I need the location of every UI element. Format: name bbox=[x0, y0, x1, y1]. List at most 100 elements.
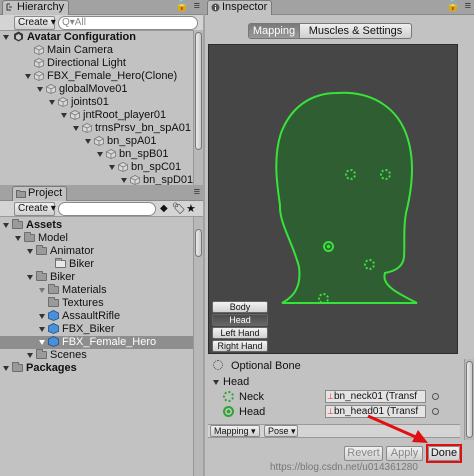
mapping-dropdown[interactable]: Mapping ▾ bbox=[210, 425, 260, 437]
neck-bone[interactable] bbox=[318, 293, 329, 304]
tree-item-label: Animator bbox=[50, 245, 95, 257]
expand-triangle-icon[interactable] bbox=[39, 314, 45, 319]
expand-triangle-icon[interactable] bbox=[49, 100, 55, 105]
expand-triangle-icon[interactable] bbox=[3, 366, 9, 371]
tree-item-label: joints01 bbox=[71, 96, 109, 108]
avatar-mapping-viewport[interactable]: Body Head Left Hand Right Hand bbox=[208, 44, 458, 354]
tree-item[interactable]: Animator bbox=[0, 245, 193, 258]
right-eye-bone[interactable] bbox=[380, 169, 391, 180]
tree-item[interactable]: jntRoot_player01 bbox=[0, 109, 193, 122]
tree-item[interactable]: Materials bbox=[0, 284, 193, 297]
tree-item[interactable]: AssaultRifle bbox=[0, 310, 193, 323]
tree-item-label: Materials bbox=[62, 284, 107, 296]
tree-item[interactable]: Textures bbox=[0, 297, 193, 310]
head-group-foldout[interactable]: Head bbox=[211, 376, 249, 389]
tree-item[interactable]: Biker bbox=[0, 271, 193, 284]
optional-bone-label: Optional Bone bbox=[231, 360, 301, 372]
lock-icon[interactable]: 🔒 bbox=[446, 1, 460, 12]
expand-triangle-icon[interactable] bbox=[37, 87, 43, 92]
tab-project[interactable]: Project bbox=[12, 186, 68, 201]
neck-transform-field[interactable]: ⊥bn_neck01 (Transf bbox=[325, 390, 426, 403]
tree-item[interactable]: bn_spC01 bbox=[0, 161, 193, 174]
tree-item-label: trnsPrsv_bn_spA01 bbox=[95, 122, 191, 134]
pose-dropdown[interactable]: Pose ▾ bbox=[264, 425, 298, 437]
expand-triangle-icon[interactable] bbox=[109, 165, 115, 170]
scrollbar-thumb[interactable] bbox=[195, 32, 202, 150]
scene-root[interactable]: Avatar Configuration bbox=[0, 31, 193, 44]
tree-item[interactable]: Main Camera bbox=[0, 44, 193, 57]
expand-triangle-icon[interactable] bbox=[61, 113, 67, 118]
expand-triangle-icon[interactable] bbox=[213, 380, 219, 385]
tab-hierarchy[interactable]: Hierarchy bbox=[2, 0, 70, 15]
hierarchy-tabstrip: Hierarchy 🔒 ≡ bbox=[0, 0, 203, 15]
hierarchy-icon bbox=[6, 3, 12, 11]
object-picker-icon[interactable] bbox=[432, 408, 439, 415]
expand-triangle-icon[interactable] bbox=[39, 327, 45, 332]
lock-icon[interactable]: 🔒 bbox=[175, 1, 189, 12]
expand-triangle-icon[interactable] bbox=[85, 139, 91, 144]
tree-item[interactable]: bn_spD01 bbox=[0, 174, 193, 185]
tree-item[interactable]: Biker bbox=[0, 258, 193, 271]
tree-item[interactable]: bn_spA01 bbox=[0, 135, 193, 148]
tree-item[interactable]: Model bbox=[0, 232, 193, 245]
expand-triangle-icon[interactable] bbox=[27, 275, 33, 280]
tree-item[interactable]: FBX_Female_Hero(Clone) bbox=[0, 70, 193, 83]
expand-triangle-icon[interactable] bbox=[25, 74, 31, 79]
project-search-input[interactable] bbox=[58, 202, 156, 216]
tree-item[interactable]: Scenes bbox=[0, 349, 193, 362]
expand-triangle-icon[interactable] bbox=[15, 236, 21, 241]
expand-triangle-icon[interactable] bbox=[3, 35, 9, 40]
expand-triangle-icon[interactable] bbox=[97, 152, 103, 157]
head-transform-field[interactable]: ⊥bn_head01 (Transf bbox=[325, 405, 426, 418]
panel-menu-icon[interactable]: ≡ bbox=[465, 1, 471, 12]
info-icon bbox=[211, 3, 220, 12]
favorite-star-icon[interactable]: ★ bbox=[186, 202, 196, 215]
head-bone[interactable] bbox=[323, 241, 334, 252]
tree-item[interactable]: Directional Light bbox=[0, 57, 193, 70]
expand-triangle-icon[interactable] bbox=[73, 126, 79, 131]
body-part-body-button[interactable]: Body bbox=[212, 301, 268, 313]
expand-triangle-icon[interactable] bbox=[3, 223, 9, 228]
scrollbar-thumb[interactable] bbox=[195, 229, 202, 257]
project-scrollbar[interactable] bbox=[193, 217, 203, 476]
optional-bone-dotted-circle-icon bbox=[213, 360, 223, 370]
project-panel: Project ≡ Create ▾ ◆ 🏷 ★ Assets Model An… bbox=[0, 186, 203, 476]
tab-mapping[interactable]: Mapping bbox=[248, 23, 300, 39]
jaw-bone[interactable] bbox=[364, 259, 375, 270]
tree-item[interactable]: FBX_Biker bbox=[0, 323, 193, 336]
inspector-tabstrip: Inspector 🔒 ≡ bbox=[205, 0, 474, 15]
revert-button: Revert bbox=[344, 446, 383, 461]
expand-triangle-icon[interactable] bbox=[39, 288, 45, 293]
tree-item-selected[interactable]: FBX_Female_Hero bbox=[0, 336, 193, 349]
tree-item-label: bn_spB01 bbox=[119, 148, 169, 160]
expand-triangle-icon[interactable] bbox=[27, 249, 33, 254]
inspector-scrollbar[interactable] bbox=[464, 359, 474, 440]
body-part-head-button[interactable]: Head bbox=[212, 314, 268, 326]
expand-triangle-icon[interactable] bbox=[27, 353, 33, 358]
tab-inspector[interactable]: Inspector bbox=[207, 0, 273, 15]
hierarchy-create-button[interactable]: Create ▾ bbox=[14, 16, 56, 30]
scrollbar-thumb[interactable] bbox=[466, 361, 473, 438]
hierarchy-scrollbar[interactable] bbox=[193, 30, 203, 185]
expand-triangle-icon[interactable] bbox=[39, 340, 45, 345]
tree-item[interactable]: trnsPrsv_bn_spA01 bbox=[0, 122, 193, 135]
filter-label-icon[interactable]: 🏷 bbox=[172, 202, 186, 215]
left-eye-bone[interactable] bbox=[345, 169, 356, 180]
tab-muscles-settings[interactable]: Muscles & Settings bbox=[299, 23, 412, 39]
tree-item[interactable]: Packages bbox=[0, 362, 193, 375]
tree-item[interactable]: globalMove01 bbox=[0, 83, 193, 96]
object-picker-icon[interactable] bbox=[432, 393, 439, 400]
tree-item[interactable]: Assets bbox=[0, 219, 193, 232]
tree-item[interactable]: bn_spB01 bbox=[0, 148, 193, 161]
filter-type-icon[interactable]: ◆ bbox=[160, 203, 168, 214]
body-part-right-hand-button[interactable]: Right Hand bbox=[212, 340, 268, 352]
panel-menu-icon[interactable]: ≡ bbox=[194, 187, 200, 198]
body-part-left-hand-button[interactable]: Left Hand bbox=[212, 327, 268, 339]
gameobject-cube-icon bbox=[46, 84, 56, 94]
gameobject-cube-icon bbox=[34, 58, 44, 68]
hierarchy-search-input[interactable]: Q▾All bbox=[58, 16, 198, 30]
expand-triangle-icon[interactable] bbox=[121, 178, 127, 183]
tree-item[interactable]: joints01 bbox=[0, 96, 193, 109]
panel-menu-icon[interactable]: ≡ bbox=[194, 1, 200, 12]
project-create-button[interactable]: Create ▾ bbox=[14, 202, 56, 216]
